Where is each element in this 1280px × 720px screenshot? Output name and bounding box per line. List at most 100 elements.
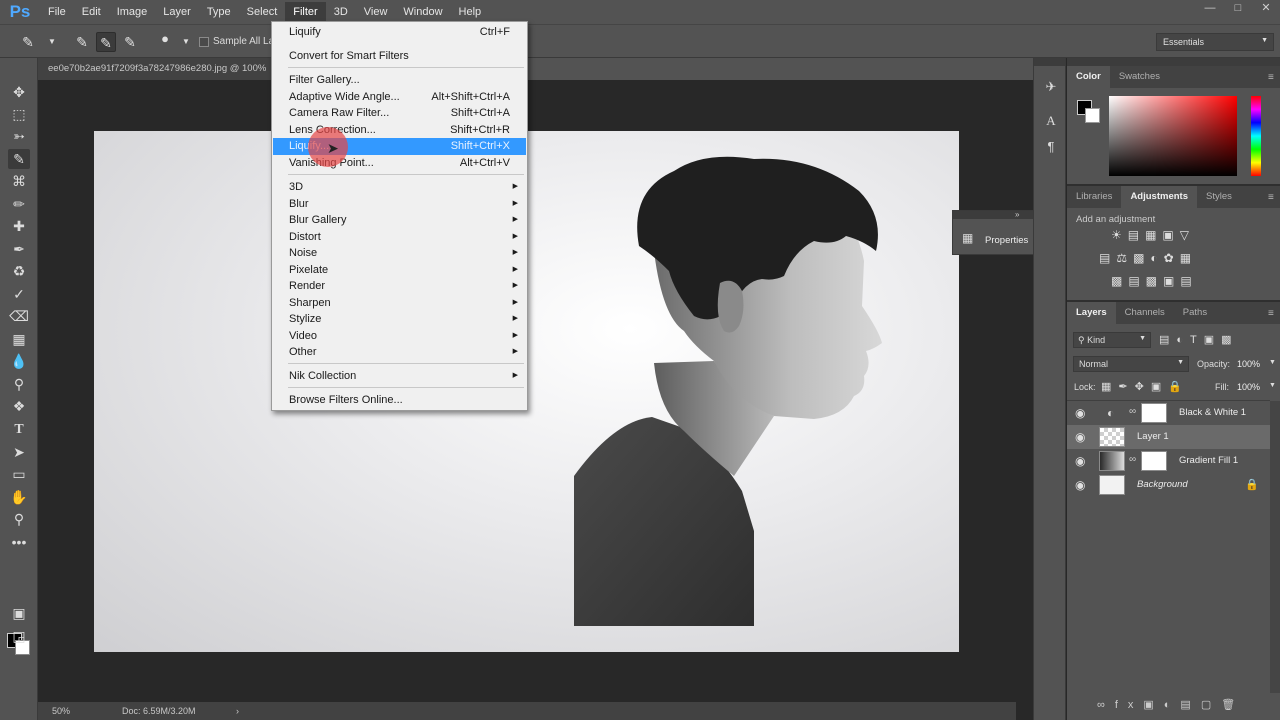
layer-thumbnail[interactable] bbox=[1099, 427, 1125, 447]
lock-icons[interactable]: ▦✒✥▣🔒 bbox=[1101, 380, 1189, 393]
layer-row[interactable]: ◉ Layer 1 bbox=[1067, 425, 1270, 449]
brush-size-icon[interactable]: ● bbox=[155, 29, 175, 49]
pen-tool-icon[interactable]: ❖ bbox=[8, 396, 30, 416]
layer-row[interactable]: ◉ Background 🔒 bbox=[1067, 473, 1270, 497]
layer-name[interactable]: Background bbox=[1137, 473, 1188, 497]
menu-view[interactable]: View bbox=[356, 2, 396, 22]
properties-label[interactable]: Properties bbox=[985, 235, 1028, 246]
menu-item-other[interactable]: Other ▶ bbox=[273, 344, 526, 361]
layer-thumbnail[interactable] bbox=[1099, 475, 1125, 495]
path-selection-tool-icon[interactable]: ➤ bbox=[8, 442, 30, 462]
new-selection-icon[interactable]: ✎ bbox=[72, 32, 92, 52]
document-tab[interactable]: ee0e70b2ae91f7209f3a78247986e280.jpg @ 1… bbox=[38, 58, 276, 80]
dodge-tool-icon[interactable]: ⚲ bbox=[8, 374, 30, 394]
history-brush-tool-icon[interactable]: ✓ bbox=[8, 284, 30, 304]
minimize-icon[interactable]: — bbox=[1196, 0, 1224, 18]
workspace-select[interactable]: Essentials ▼ bbox=[1156, 33, 1274, 51]
paragraph-icon[interactable]: ¶ bbox=[1042, 138, 1060, 156]
color-picker-field[interactable] bbox=[1109, 96, 1237, 176]
menu-item-browse-filters-online[interactable]: Browse Filters Online... bbox=[273, 392, 526, 409]
gradient-tool-icon[interactable]: ▦ bbox=[8, 329, 30, 349]
move-tool-icon[interactable]: ✥ bbox=[8, 82, 30, 102]
panel-menu-icon[interactable]: ≡ bbox=[1268, 72, 1274, 83]
brush-tool-icon[interactable]: ✒ bbox=[8, 239, 30, 259]
menu-edit[interactable]: Edit bbox=[74, 2, 109, 22]
menu-type[interactable]: Type bbox=[199, 2, 239, 22]
tab-libraries[interactable]: Libraries bbox=[1067, 186, 1121, 208]
close-icon[interactable]: ✕ bbox=[1252, 0, 1280, 18]
menu-item-pixelate[interactable]: Pixelate ▶ bbox=[273, 262, 526, 279]
menu-item-blur-gallery[interactable]: Blur Gallery ▶ bbox=[273, 212, 526, 229]
layers-scrollbar[interactable] bbox=[1270, 401, 1280, 693]
adjustment-icons-row-2[interactable]: ▤⚖▩◐✿▦ bbox=[1099, 251, 1197, 265]
chevron-down-icon[interactable]: ▼ bbox=[1269, 382, 1276, 389]
menu-layer[interactable]: Layer bbox=[155, 2, 199, 22]
crop-tool-icon[interactable]: ⌘ bbox=[8, 171, 30, 191]
tab-paths[interactable]: Paths bbox=[1174, 302, 1216, 324]
add-to-selection-icon[interactable]: ✎ bbox=[96, 32, 116, 52]
layer-name[interactable]: Layer 1 bbox=[1137, 425, 1169, 449]
clone-stamp-tool-icon[interactable]: ♻ bbox=[8, 261, 30, 281]
rectangle-tool-icon[interactable]: ▭ bbox=[8, 464, 30, 484]
tab-adjustments[interactable]: Adjustments bbox=[1121, 186, 1197, 208]
tab-layers[interactable]: Layers bbox=[1067, 302, 1116, 324]
fill-value[interactable]: 100% bbox=[1237, 382, 1260, 392]
character-icon[interactable]: A bbox=[1042, 112, 1060, 130]
quick-selection-preset-icon[interactable]: ✎ bbox=[18, 32, 38, 52]
zoom-tool-icon[interactable]: ⚲ bbox=[8, 509, 30, 529]
menu-item-distort[interactable]: Distort ▶ bbox=[273, 229, 526, 246]
visibility-eye-icon[interactable]: ◉ bbox=[1075, 454, 1089, 468]
eraser-tool-icon[interactable]: ⌫ bbox=[8, 306, 30, 326]
panel-menu-icon[interactable]: ≡ bbox=[1268, 308, 1274, 319]
hand-tool-icon[interactable]: ✋ bbox=[8, 487, 30, 507]
blend-mode-select[interactable]: Normal ▼ bbox=[1073, 356, 1189, 372]
screen-mode-icon[interactable]: ◲ bbox=[8, 626, 30, 646]
layer-thumbnail[interactable] bbox=[1099, 451, 1125, 471]
menu-item-filter-gallery[interactable]: Filter Gallery... bbox=[273, 72, 526, 89]
menu-window[interactable]: Window bbox=[395, 2, 450, 22]
quick-mask-icon[interactable]: ▣ bbox=[8, 603, 30, 623]
healing-brush-tool-icon[interactable]: ✚ bbox=[8, 216, 30, 236]
history-icon[interactable]: ✈ bbox=[1042, 78, 1060, 96]
visibility-eye-icon[interactable]: ◉ bbox=[1075, 478, 1089, 492]
checkbox-icon[interactable] bbox=[199, 36, 209, 47]
hue-slider[interactable] bbox=[1251, 96, 1261, 176]
blur-tool-icon[interactable]: 💧 bbox=[8, 351, 30, 371]
menu-item-last-filter[interactable]: Liquify Ctrl+F bbox=[273, 24, 526, 41]
menu-help[interactable]: Help bbox=[451, 2, 490, 22]
menu-item-adaptive-wide-angle[interactable]: Adaptive Wide Angle... Alt+Shift+Ctrl+A bbox=[273, 89, 526, 106]
chevron-down-icon[interactable]: ▼ bbox=[1269, 359, 1276, 366]
panel-header[interactable] bbox=[953, 211, 1042, 219]
lock-icon[interactable]: 🔒 bbox=[1245, 478, 1259, 491]
menu-item-video[interactable]: Video ▶ bbox=[273, 328, 526, 345]
collapse-icon[interactable]: » bbox=[1015, 210, 1019, 219]
layer-mask-thumbnail[interactable] bbox=[1141, 403, 1167, 423]
layer-kind-filter[interactable]: ⚲ Kind ▼ bbox=[1073, 332, 1151, 348]
color-bg-swatch[interactable] bbox=[1085, 108, 1100, 123]
layer-name[interactable]: Black & White 1 bbox=[1179, 401, 1246, 425]
menu-file[interactable]: File bbox=[40, 2, 74, 22]
layer-row[interactable]: ◉ ∞ Gradient Fill 1 bbox=[1067, 449, 1270, 473]
tab-styles[interactable]: Styles bbox=[1197, 186, 1241, 208]
opacity-value[interactable]: 100% bbox=[1237, 359, 1260, 369]
maximize-icon[interactable]: □ bbox=[1224, 0, 1252, 18]
tab-color[interactable]: Color bbox=[1067, 66, 1110, 88]
menu-item-camera-raw-filter[interactable]: Camera Raw Filter... Shift+Ctrl+A bbox=[273, 105, 526, 122]
brush-chevron-icon[interactable]: ▼ bbox=[176, 32, 196, 52]
menu-item-stylize[interactable]: Stylize ▶ bbox=[273, 311, 526, 328]
tab-channels[interactable]: Channels bbox=[1116, 302, 1174, 324]
menu-item-render[interactable]: Render ▶ bbox=[273, 278, 526, 295]
subtract-from-selection-icon[interactable]: ✎ bbox=[120, 32, 140, 52]
chevron-right-icon[interactable]: › bbox=[236, 702, 239, 720]
type-tool-icon[interactable]: T bbox=[8, 420, 30, 440]
visibility-eye-icon[interactable]: ◉ bbox=[1075, 430, 1089, 444]
menu-filter[interactable]: Filter bbox=[285, 2, 326, 22]
chevron-down-icon[interactable]: ▼ bbox=[42, 32, 62, 52]
lasso-tool-icon[interactable]: ➳ bbox=[8, 126, 30, 146]
tab-swatches[interactable]: Swatches bbox=[1110, 66, 1169, 88]
adjustment-icons-row-1[interactable]: ☀▤▦▣▽ bbox=[1111, 228, 1195, 242]
menu-image[interactable]: Image bbox=[109, 2, 156, 22]
properties-icon[interactable]: ▦ bbox=[962, 231, 973, 245]
menu-item-nik-collection[interactable]: Nik Collection ▶ bbox=[273, 368, 526, 385]
layer-footer-icons[interactable]: ∞fx▣◐▤▢🗑 bbox=[1097, 698, 1245, 711]
